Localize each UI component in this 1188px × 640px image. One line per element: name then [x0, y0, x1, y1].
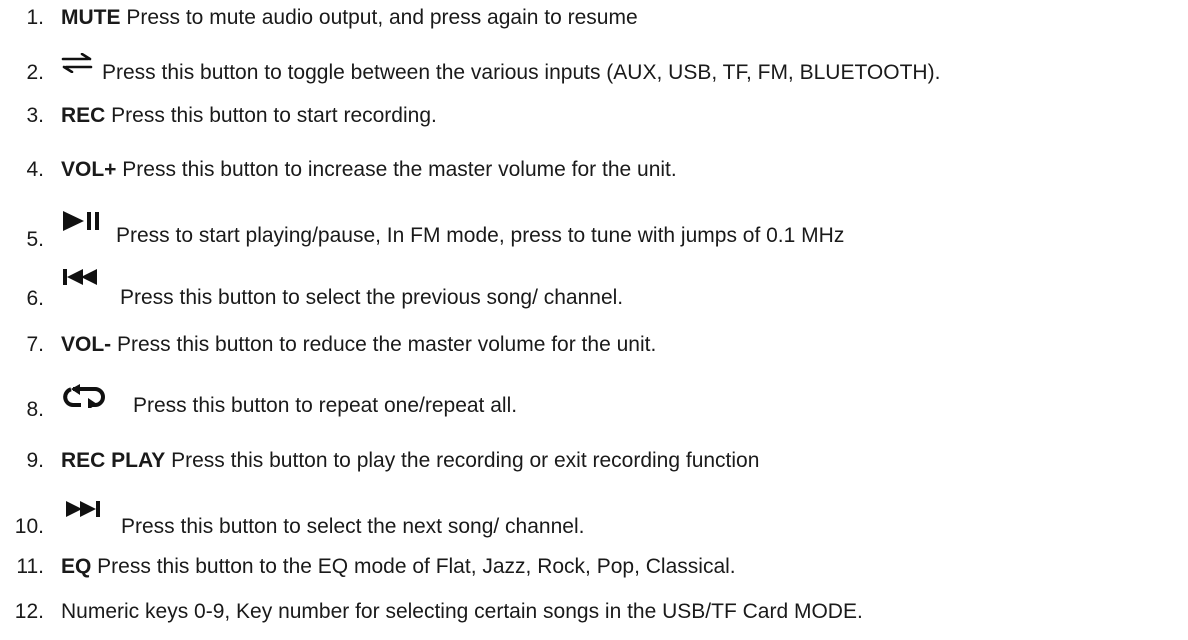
item-description: Press this button to reduce the master v…: [111, 333, 657, 356]
item-number: 2.: [26, 61, 44, 84]
item-description: Press this button to start recording.: [105, 104, 437, 127]
next-track-icon: [66, 501, 100, 517]
item-number: 12.: [14, 600, 44, 623]
list-item: 7. VOL- Press this button to reduce the …: [0, 333, 1188, 373]
item-description: Press this button to increase the master…: [116, 158, 677, 181]
item-content: EQ Press this button to the EQ mode of F…: [61, 555, 736, 579]
item-description: Press this button to select the previous…: [120, 286, 624, 309]
item-number: 3.: [26, 104, 44, 127]
item-number: 5.: [26, 228, 44, 251]
item-number: 9.: [26, 449, 44, 472]
item-description: Press this button to the EQ mode of Flat…: [91, 555, 736, 578]
item-button-label: REC PLAY: [61, 449, 166, 472]
list-item: 11. EQ Press this button to the EQ mode …: [0, 555, 1188, 595]
item-number: 11.: [16, 555, 44, 578]
list-item: 9. REC PLAY Press this button to play th…: [0, 449, 1188, 489]
item-description: Press to start playing/pause, In FM mode…: [116, 224, 845, 247]
item-number: 1.: [26, 6, 44, 29]
item-button-label: EQ: [61, 555, 92, 578]
item-description: Press to mute audio output, and press ag…: [120, 6, 638, 29]
item-button-label: REC: [61, 104, 106, 127]
item-button-label: VOL-: [61, 333, 112, 356]
item-button-label: MUTE: [61, 6, 121, 29]
manual-page: { "items": [ {"number": "1.", "label": "…: [0, 0, 1188, 632]
list-item: 5. Press to start playing/pause, In FM m…: [0, 205, 1188, 251]
list-item: 12. Numeric keys 0-9, Key number for sel…: [0, 600, 1188, 640]
item-description: Numeric keys 0-9, Key number for selecti…: [61, 600, 863, 623]
item-description: Press this button to repeat one/repeat a…: [133, 394, 518, 417]
play-pause-icon: [63, 211, 99, 231]
item-number: 10.: [14, 515, 44, 538]
item-description: Press this button to play the recording …: [165, 449, 760, 472]
item-number: 4.: [26, 158, 44, 181]
item-description: Press this button to select the next son…: [121, 515, 585, 538]
list-item: 3. REC Press this button to start record…: [0, 104, 1188, 144]
list-item: 10. Press this button to select the next…: [0, 494, 1188, 538]
item-content: REC PLAY Press this button to play the r…: [61, 449, 759, 473]
item-content: VOL+ Press this button to increase the m…: [61, 158, 677, 182]
previous-track-icon: [63, 269, 97, 285]
list-item: 1. MUTE Press to mute audio output, and …: [0, 6, 1188, 46]
item-content: VOL- Press this button to reduce the mas…: [61, 333, 656, 357]
list-item: 8. Press this button to repeat one/repea…: [0, 378, 1188, 421]
item-content: MUTE Press to mute audio output, and pre…: [61, 6, 638, 30]
repeat-icon: [63, 384, 105, 408]
item-number: 8.: [26, 398, 44, 421]
list-item: 4. VOL+ Press this button to increase th…: [0, 158, 1188, 198]
list-item: 2. Press this button to toggle between t…: [0, 49, 1188, 89]
item-number: 7.: [26, 333, 44, 356]
item-button-label: VOL+: [61, 158, 117, 181]
item-number: 6.: [26, 287, 44, 310]
input-toggle-arrows-icon: [61, 53, 93, 73]
list-item: 6. Press this button to select the previ…: [0, 262, 1188, 310]
item-description: Press this button to toggle between the …: [102, 61, 941, 84]
item-content: REC Press this button to start recording…: [61, 104, 437, 128]
